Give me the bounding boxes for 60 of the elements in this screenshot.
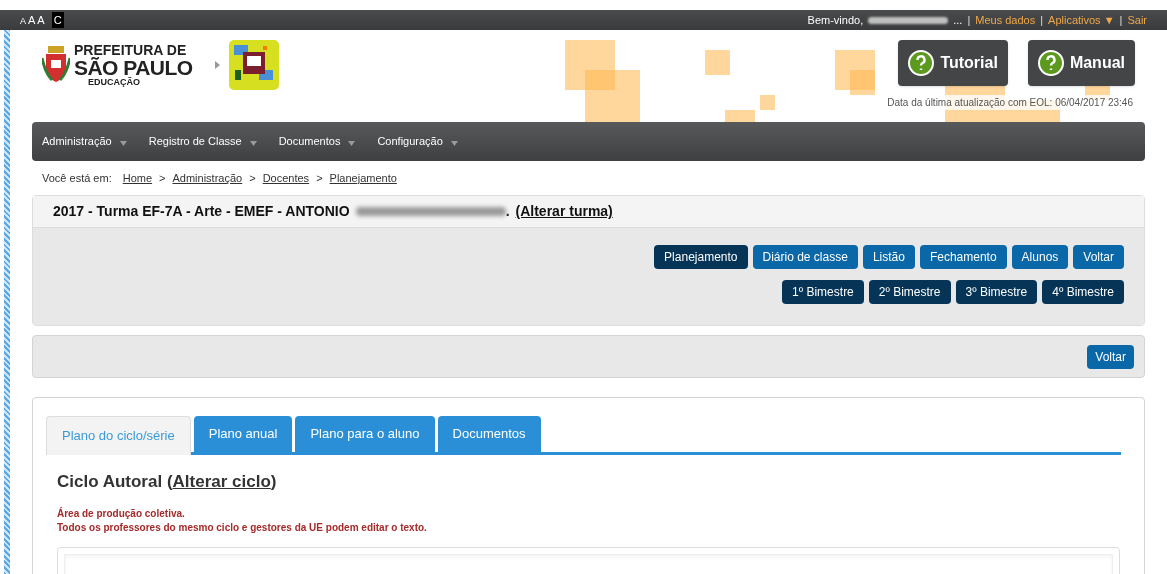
nav-button[interactable]: Alunos [1011, 245, 1069, 269]
nav-button[interactable]: Listão [862, 245, 915, 269]
term-button[interactable]: 4º Bimestre [1042, 280, 1124, 304]
class-title-end: . [505, 202, 510, 221]
caret-icon [348, 141, 356, 146]
term-button[interactable]: 2º Bimestre [868, 280, 951, 304]
update-note: Data da última atualização com EOL: 06/04/2017 23:46 [885, 95, 1135, 110]
term-button[interactable]: 1º Bimestre [782, 280, 864, 304]
font-size-button[interactable]: A [28, 11, 36, 29]
term-button[interactable]: 3º Bimestre [955, 280, 1038, 304]
nav-button[interactable]: Planejamento [654, 245, 748, 269]
menu-item[interactable]: Documentos [278, 133, 356, 150]
breadcrumb-link[interactable]: Home [122, 169, 153, 187]
text-editor[interactable] [57, 546, 1120, 574]
help-icon [1037, 50, 1064, 76]
breadcrumb-separator: > [249, 170, 256, 186]
separator: | [967, 12, 971, 28]
logo-text: EDUCAÇÃO [88, 78, 141, 87]
back-button[interactable]: Voltar [1087, 344, 1134, 369]
breadcrumb-link[interactable]: Planejamento [329, 169, 397, 187]
font-size-button[interactable]: A [20, 14, 26, 29]
help-button[interactable]: Tutorial [898, 40, 1008, 86]
menu-item[interactable]: Registro de Classe [148, 133, 257, 150]
cycle-heading-end: ) [270, 471, 277, 493]
logo-text: PREFEITURA DE [74, 43, 188, 57]
top-link[interactable]: Sair [1127, 11, 1147, 29]
tab[interactable]: Documentos [437, 416, 541, 452]
app-logo-icon [228, 40, 279, 90]
notice-text: Área de produção coletiva. [57, 506, 186, 521]
breadcrumb-separator: > [159, 170, 166, 186]
ellipsis-text: ... [953, 12, 963, 28]
chevron-icon [214, 61, 220, 69]
contrast-button[interactable]: C [51, 11, 64, 29]
change-class-link[interactable]: (Alterar turma) [515, 201, 613, 222]
breadcrumb-link[interactable]: Administração [172, 169, 243, 187]
menu-item[interactable]: Administração [42, 133, 127, 150]
separator: | [1119, 12, 1123, 28]
tab[interactable]: Plano anual [193, 416, 293, 452]
coat-of-arms-icon [42, 46, 70, 84]
nav-button[interactable]: Diário de classe [752, 245, 858, 269]
help-icon [908, 50, 935, 76]
breadcrumb-label: Você está em: [42, 170, 112, 186]
nav-button[interactable]: Voltar [1073, 245, 1124, 269]
class-title: 2017 - Turma EF-7A - Arte - EMEF - ANTONIO [53, 202, 350, 221]
menu-item[interactable]: Configuração [377, 133, 458, 150]
top-link[interactable]: Aplicativos ▼ [1048, 11, 1115, 29]
breadcrumb-link[interactable]: Docentes [262, 169, 310, 187]
separator: | [1040, 12, 1044, 28]
notice-text: Todos os professores do mesmo ciclo e gestores da UE podem editar o texto. [57, 520, 428, 535]
caret-icon [119, 141, 127, 146]
nav-button[interactable]: Fechamento [919, 245, 1007, 269]
breadcrumb-separator: > [316, 170, 323, 186]
help-button[interactable]: Manual [1027, 40, 1135, 86]
top-link[interactable]: Meus dados [975, 11, 1036, 29]
tab[interactable]: Plano para o aluno [295, 416, 435, 452]
cycle-heading: Ciclo Autoral ( [57, 471, 173, 493]
caret-icon [450, 141, 458, 146]
caret-icon [249, 141, 257, 146]
welcome-text: Bem-vindo, [807, 12, 864, 28]
font-size-button[interactable]: A [37, 11, 45, 29]
